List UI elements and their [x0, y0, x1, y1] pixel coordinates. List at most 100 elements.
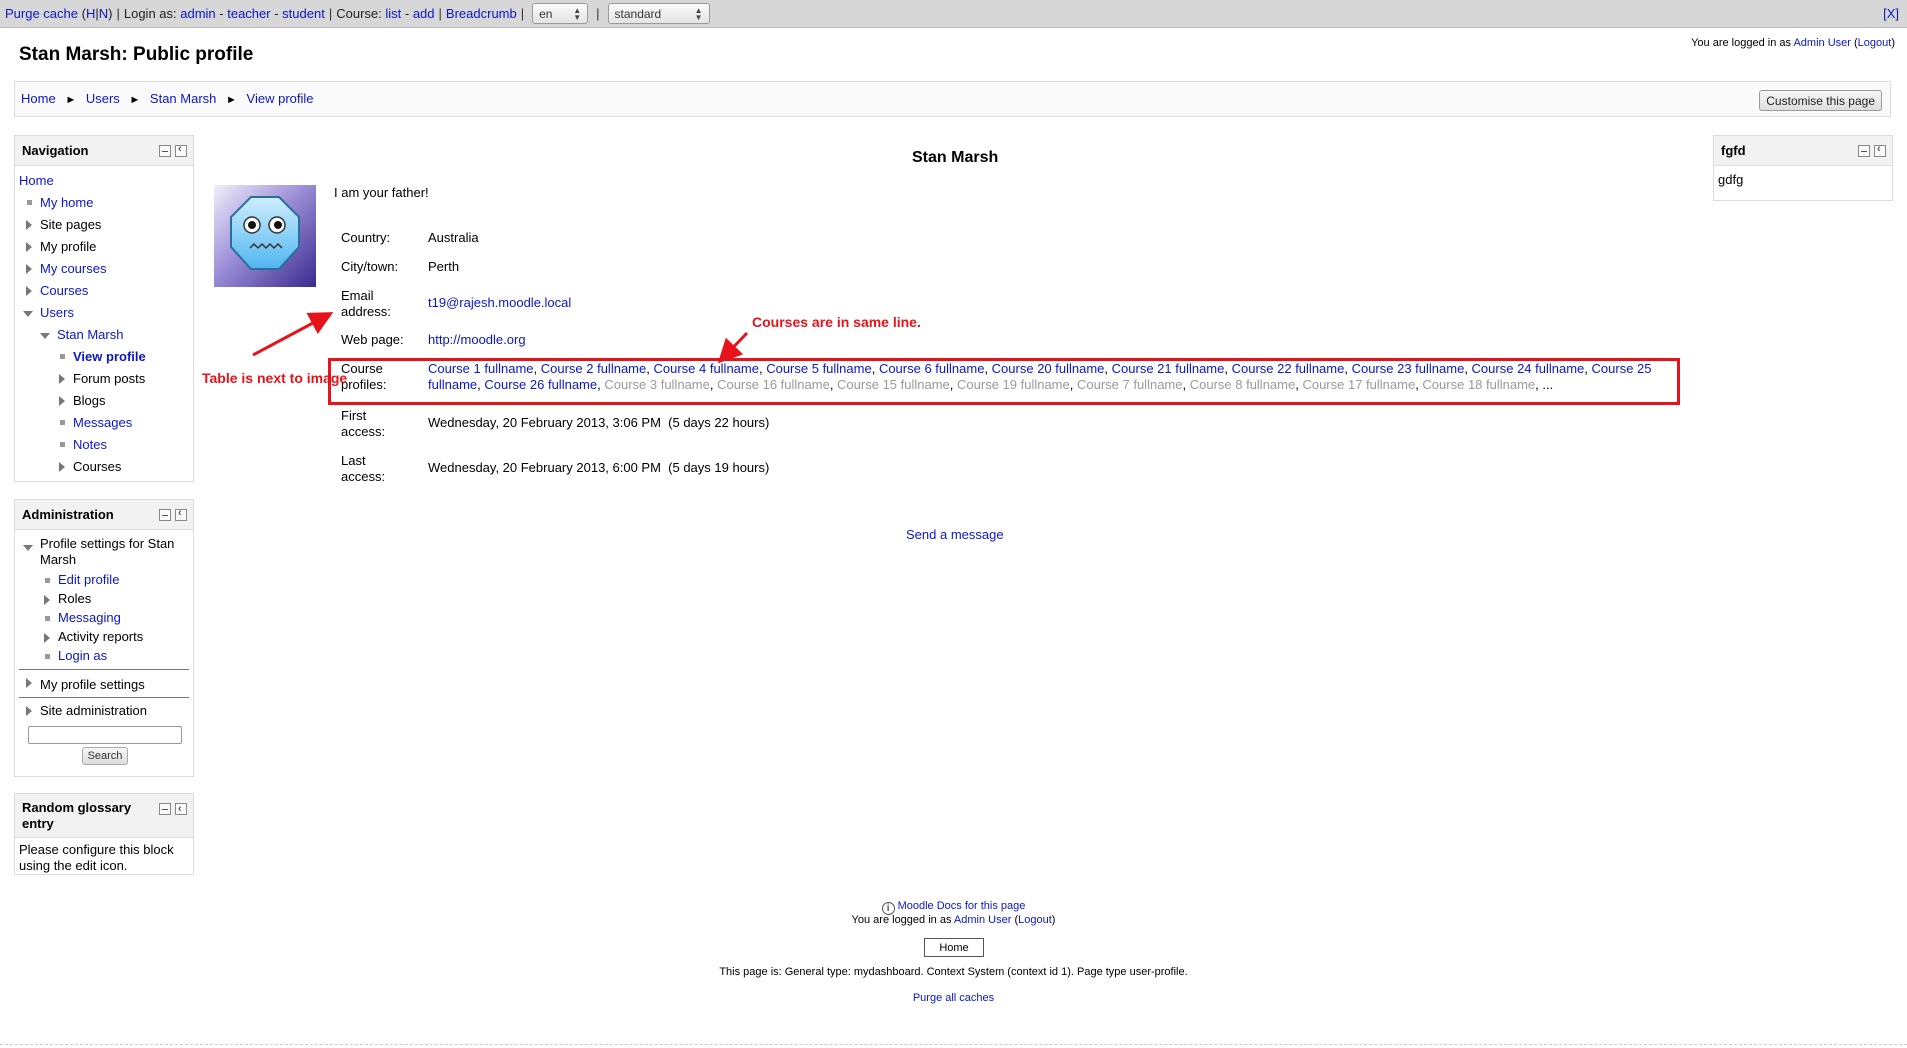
nav-my-home[interactable]: My home — [27, 192, 193, 214]
nav-home-link[interactable]: Home — [19, 173, 54, 188]
admin-edit-profile-link[interactable]: Edit profile — [58, 572, 119, 587]
dock-icon[interactable] — [175, 143, 187, 157]
footer-logout-link[interactable]: Logout — [1018, 914, 1052, 926]
fgfd-block: fgfd gdfg — [1713, 135, 1893, 201]
admin-messaging[interactable]: Messaging — [45, 608, 193, 627]
nav-view-profile-link[interactable]: View profile — [73, 349, 146, 364]
nav-my-profile[interactable]: My profile — [26, 236, 193, 258]
nav-user-courses[interactable]: Courses — [59, 456, 193, 478]
nav-courses[interactable]: Courses — [26, 280, 193, 302]
minimize-icon[interactable] — [159, 145, 171, 157]
send-message-link[interactable]: Send a message — [906, 527, 1004, 542]
purge-cache-link[interactable]: Purge cache — [5, 6, 78, 21]
email-link[interactable]: t19@rajesh.moodle.local — [428, 295, 571, 311]
minimize-icon[interactable] — [1858, 145, 1870, 157]
first-access-label: First access: — [341, 408, 411, 440]
admin-profile-settings-label-2: Marsh — [40, 552, 77, 567]
nav-users-link[interactable]: Users — [40, 305, 74, 320]
admin-search-button[interactable]: Search — [82, 747, 128, 765]
breadcrumb-toggle-link[interactable]: Breadcrumb — [446, 6, 517, 21]
glossary-title-2: entry — [22, 816, 54, 831]
glossary-block-header: Random glossary entry — [15, 794, 193, 838]
dock-icon[interactable] — [175, 801, 187, 817]
nav-home[interactable]: Home — [19, 170, 193, 192]
nav-stan-marsh[interactable]: Stan Marsh — [40, 324, 193, 346]
login-as-student-link[interactable]: student — [282, 6, 325, 21]
last-access-value: Wednesday, 20 February 2013, 6:00 PM (5 … — [428, 460, 770, 475]
administration-block: Administration Profile settings for Stan… — [14, 499, 194, 777]
footer-login-info: You are logged in as Admin User (Logout) — [0, 914, 1907, 926]
nav-blogs-label: Blogs — [73, 393, 106, 408]
nav-notes-link[interactable]: Notes — [73, 437, 107, 452]
admin-search-area — [28, 726, 182, 744]
footer-user-link[interactable]: Admin User — [954, 914, 1011, 926]
purge-all-caches-link[interactable]: Purge all caches — [913, 992, 994, 1004]
admin-roles[interactable]: Roles — [44, 589, 193, 608]
first-access-label-2: access: — [341, 424, 386, 439]
language-select[interactable]: en ▲ ▼ — [532, 3, 589, 24]
webpage-link[interactable]: http://moodle.org — [428, 332, 526, 348]
admin-site-administration[interactable]: Site administration — [26, 700, 193, 722]
separator: | — [116, 6, 120, 21]
login-as-admin-link[interactable]: admin — [180, 6, 215, 21]
administration-tree: Profile settings for Stan Marsh — [15, 530, 193, 568]
admin-edit-profile[interactable]: Edit profile — [45, 570, 193, 589]
purge-n-link[interactable]: N — [99, 6, 108, 21]
nav-users[interactable]: Users — [23, 302, 193, 324]
footer-login-prefix: You are logged in as — [851, 914, 952, 926]
purge-open-paren: ( — [78, 6, 86, 21]
course-add-link[interactable]: add — [413, 6, 435, 21]
annotation-arrow-courses-icon — [717, 331, 749, 364]
nav-site-pages[interactable]: Site pages — [26, 214, 193, 236]
breadcrumb-view-profile[interactable]: View profile — [247, 91, 314, 106]
close-toolbar-link[interactable]: [X] — [1883, 6, 1899, 21]
block-controls — [159, 507, 187, 521]
nav-forum-posts[interactable]: Forum posts — [59, 368, 193, 390]
administration-subtree: Edit profile Roles Messaging Activity re… — [15, 570, 193, 665]
admin-login-as-link[interactable]: Login as — [58, 648, 107, 663]
purge-h-link[interactable]: H — [86, 6, 95, 21]
nav-courses-link[interactable]: Courses — [40, 283, 88, 298]
customise-page-button[interactable]: Customise this page — [1759, 90, 1882, 111]
navigation-tree-level2: Stan Marsh — [15, 324, 193, 346]
email-label-1: Email — [341, 288, 374, 303]
admin-profile-settings[interactable]: Profile settings for Stan Marsh — [23, 536, 193, 568]
user-avatar[interactable] — [214, 185, 316, 287]
block-controls — [1858, 143, 1886, 157]
admin-login-as[interactable]: Login as — [45, 646, 193, 665]
course-list-link[interactable]: list — [385, 6, 401, 21]
nav-notes[interactable]: Notes — [60, 434, 193, 456]
nav-blogs[interactable]: Blogs — [59, 390, 193, 412]
admin-my-profile-settings[interactable]: My profile settings — [26, 672, 193, 697]
login-as-teacher-link[interactable]: teacher — [227, 6, 270, 21]
user-fullname-heading: Stan Marsh — [912, 149, 999, 166]
dock-icon[interactable] — [175, 507, 187, 521]
minimize-icon[interactable] — [159, 509, 171, 521]
breadcrumb-stan-marsh[interactable]: Stan Marsh — [150, 91, 216, 106]
admin-activity-reports[interactable]: Activity reports — [44, 627, 193, 646]
admin-messaging-link[interactable]: Messaging — [58, 610, 121, 625]
nav-messages-link[interactable]: Messages — [73, 415, 132, 430]
annotation-courses-note: Courses are in same line. — [752, 314, 921, 330]
current-user-link[interactable]: Admin User — [1793, 37, 1850, 49]
minimize-icon[interactable] — [159, 803, 171, 815]
separator: | — [596, 6, 600, 21]
dock-icon[interactable] — [1874, 143, 1886, 157]
email-label: Email address: — [341, 288, 411, 320]
nav-messages[interactable]: Messages — [60, 412, 193, 434]
first-access-label-1: First — [341, 408, 367, 423]
select-arrows-icon: ▲ ▼ — [694, 5, 703, 22]
admin-search-input[interactable] — [28, 726, 182, 744]
breadcrumb-users[interactable]: Users — [86, 91, 120, 106]
nav-my-courses[interactable]: My courses — [26, 258, 193, 280]
admin-my-profile-settings-label: My profile settings — [40, 677, 145, 692]
nav-my-home-link[interactable]: My home — [40, 195, 93, 210]
nav-view-profile[interactable]: View profile — [60, 346, 193, 368]
logout-link[interactable]: Logout — [1858, 37, 1892, 49]
footer-home-button[interactable]: Home — [924, 938, 984, 957]
moodle-docs-link[interactable]: Moodle Docs for this page — [898, 900, 1026, 912]
nav-stan-marsh-link[interactable]: Stan Marsh — [57, 327, 123, 342]
breadcrumb-home[interactable]: Home — [21, 91, 56, 106]
theme-select[interactable]: standard ▲ ▼ — [607, 3, 710, 24]
nav-my-courses-link[interactable]: My courses — [40, 261, 106, 276]
